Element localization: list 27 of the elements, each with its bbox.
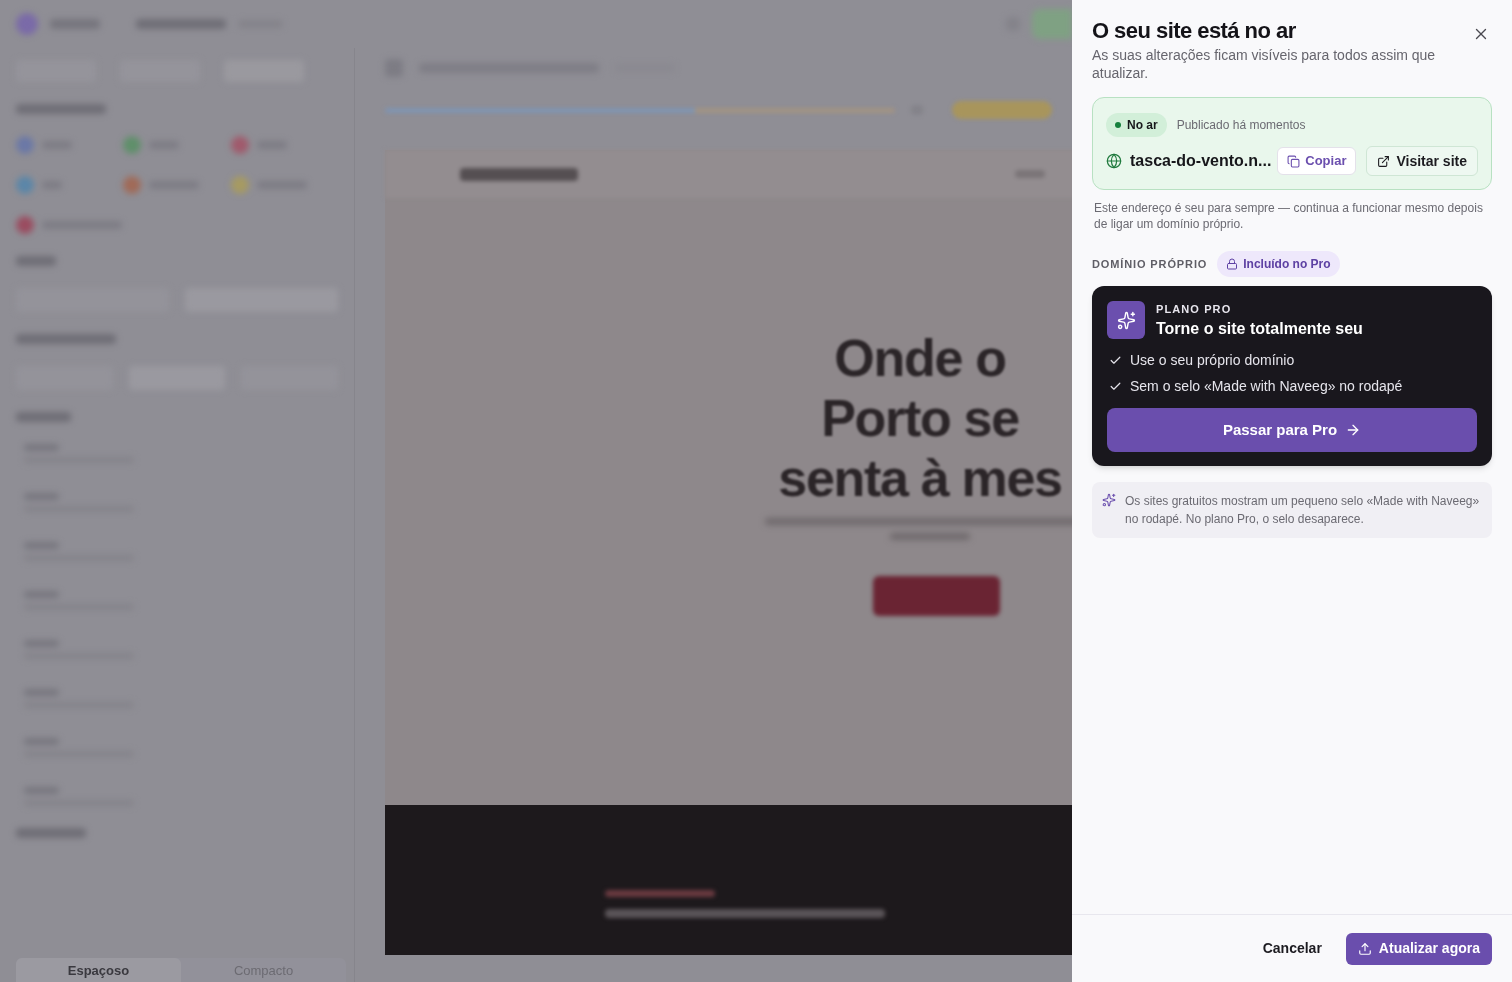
visit-site-button[interactable]: Visitar site [1366,146,1478,176]
update-now-button[interactable]: Atualizar agora [1345,932,1492,965]
lock-icon [1226,258,1239,270]
info-note: Os sites gratuitos mostram um pequeno selo «Made with Naveeg» no rodapé. No plano Pro, o selo desaparece. [1125,493,1481,528]
copy-button[interactable]: Copiar [1277,147,1357,175]
upload-icon [1357,941,1372,956]
panel-subtitle: As suas alterações ficam visíveis para todos assim que atualizar. [1092,46,1437,82]
external-link-icon [1377,154,1391,168]
site-url: tasca-do-vento.n... [1130,151,1272,171]
cancel-button[interactable]: Cancelar [1262,938,1322,959]
plan-eyebrow: PLANO PRO [1156,301,1233,316]
published-time: Publicado há momentos [1176,117,1306,134]
feature-text: Sem o selo «Made with Naveeg» no rodapé [1130,376,1403,396]
density-option[interactable]: Espaçoso [16,958,181,982]
feature-text: Use o seu próprio domínio [1130,350,1295,370]
globe-icon [1106,153,1122,169]
copy-icon [1287,154,1301,168]
section-label: DOMÍNIO PRÓPRIO [1092,256,1208,272]
plan-title: Torne o site totalmente seu [1156,318,1363,339]
panel-title: O seu site está no ar [1092,17,1296,45]
pro-badge: Incluído no Pro [1217,251,1340,277]
address-note: Este endereço é seu para sempre — continua a funcionar mesmo depois de ligar um domínio próprio. [1093,200,1484,232]
upgrade-button[interactable]: Passar para Pro [1107,408,1477,452]
hero-heading: Onde o Porto se senta à mes [777,329,1063,509]
sparkles-icon [1107,301,1145,339]
sparkles-icon [1102,493,1116,507]
status-label: No ar [1127,117,1158,134]
